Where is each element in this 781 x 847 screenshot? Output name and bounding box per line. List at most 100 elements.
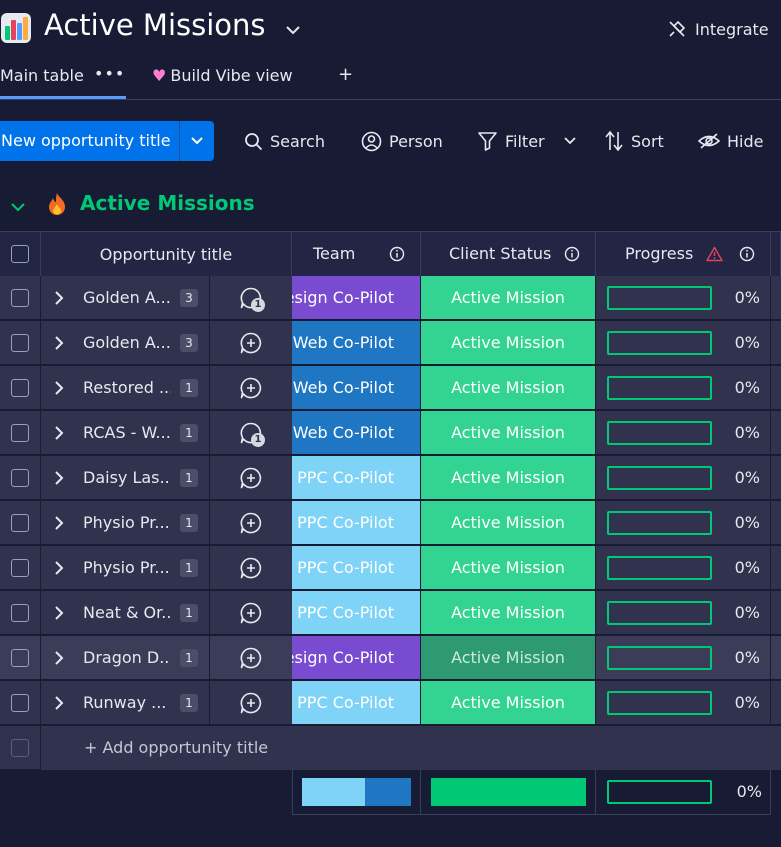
warning-icon[interactable] (706, 246, 723, 262)
row-team-cell[interactable]: Web Co-Pilot (292, 366, 421, 410)
row-title-cell[interactable]: Neat & Or... 1 (41, 591, 210, 635)
chevron-right-icon[interactable] (54, 336, 64, 350)
group-collapse-icon[interactable] (10, 198, 26, 217)
search-button[interactable]: Search (244, 130, 325, 152)
row-title-cell[interactable]: Restored ... 1 (41, 366, 210, 410)
info-icon[interactable] (739, 246, 755, 262)
table-row[interactable]: Physio Pr... 1 PPC Co-Pilot Active Missi… (0, 546, 781, 591)
row-title-cell[interactable]: Runway ... 1 (41, 681, 210, 725)
updates-icon[interactable]: 1 (239, 421, 267, 447)
row-title-cell[interactable]: Physio Pr... 1 (41, 546, 210, 590)
row-team-cell[interactable]: Design Co-Pilot (292, 636, 421, 680)
group-title[interactable]: Active Missions (80, 191, 255, 215)
add-update-icon[interactable] (239, 376, 263, 400)
row-status-cell[interactable]: Active Mission (421, 681, 596, 725)
row-team-cell[interactable]: PPC Co-Pilot (292, 591, 421, 635)
chevron-right-icon[interactable] (54, 291, 64, 305)
hide-button[interactable]: Hide (698, 130, 763, 152)
subitems-count-badge[interactable]: 1 (180, 649, 198, 667)
add-update-icon[interactable] (239, 646, 263, 670)
new-item-button[interactable]: New opportunity title (0, 121, 214, 161)
table-row[interactable]: Restored ... 1 Web Co-Pilot Active Missi… (0, 366, 781, 411)
row-checkbox[interactable] (11, 649, 29, 667)
row-updates-cell[interactable]: 1 (210, 411, 292, 455)
subitems-count-badge[interactable]: 3 (180, 289, 198, 307)
subitems-count-badge[interactable]: 1 (180, 424, 198, 442)
row-status-cell[interactable]: Active Mission (421, 411, 596, 455)
row-status-cell[interactable]: Active Mission (421, 456, 596, 500)
chevron-down-icon[interactable] (180, 121, 214, 161)
add-update-button[interactable] (239, 601, 263, 629)
tab-main-table[interactable]: Main table (0, 66, 84, 85)
chevron-right-icon[interactable] (54, 426, 64, 440)
more-icon[interactable]: ••• (94, 64, 125, 83)
row-checkbox[interactable] (11, 289, 29, 307)
row-updates-cell[interactable] (210, 681, 292, 725)
add-update-icon[interactable] (239, 511, 263, 535)
row-checkbox[interactable] (11, 559, 29, 577)
row-checkbox[interactable] (11, 514, 29, 532)
summary-team[interactable] (292, 770, 421, 815)
subitems-count-badge[interactable]: 1 (180, 694, 198, 712)
table-row[interactable]: Physio Pr... 1 PPC Co-Pilot Active Missi… (0, 501, 781, 546)
row-checkbox[interactable] (11, 469, 29, 487)
row-title[interactable]: Dragon D... (83, 648, 171, 667)
column-header-title[interactable]: Opportunity title (41, 231, 292, 276)
row-title[interactable]: Restored ... (83, 378, 171, 397)
board-title[interactable]: Active Missions (44, 8, 266, 42)
add-item-row[interactable]: + Add opportunity title (0, 726, 781, 771)
row-team-cell[interactable]: PPC Co-Pilot (292, 456, 421, 500)
row-title[interactable]: Physio Pr... (83, 513, 171, 532)
row-title[interactable]: Physio Pr... (83, 558, 171, 577)
add-update-button[interactable] (239, 376, 263, 404)
column-header-team[interactable]: Team (292, 231, 421, 276)
subitems-count-badge[interactable]: 1 (180, 604, 198, 622)
row-status-cell[interactable]: Active Mission (421, 591, 596, 635)
info-icon[interactable] (389, 246, 405, 262)
table-row[interactable]: Neat & Or... 1 PPC Co-Pilot Active Missi… (0, 591, 781, 636)
chevron-right-icon[interactable] (54, 381, 64, 395)
table-row[interactable]: Runway ... 1 PPC Co-Pilot Active Mission… (0, 681, 781, 726)
chevron-right-icon[interactable] (54, 696, 64, 710)
add-update-button[interactable] (239, 466, 263, 494)
add-update-button[interactable] (239, 646, 263, 674)
add-update-icon[interactable] (239, 601, 263, 625)
filter-dropdown-button[interactable] (564, 130, 576, 152)
row-team-cell[interactable]: PPC Co-Pilot (292, 546, 421, 590)
new-item-label[interactable]: New opportunity title (0, 121, 179, 161)
row-checkbox[interactable] (11, 334, 29, 352)
updates-icon[interactable]: 1 (239, 286, 267, 312)
row-title[interactable]: Neat & Or... (83, 603, 171, 622)
chevron-right-icon[interactable] (54, 516, 64, 530)
row-team-cell[interactable]: PPC Co-Pilot (292, 501, 421, 545)
chevron-right-icon[interactable] (54, 471, 64, 485)
row-checkbox[interactable] (11, 604, 29, 622)
row-checkbox[interactable] (11, 379, 29, 397)
info-icon[interactable] (564, 246, 580, 262)
row-status-cell[interactable]: Active Mission (421, 321, 596, 365)
add-update-button[interactable] (239, 511, 263, 539)
row-title-cell[interactable]: RCAS - W... 1 (41, 411, 210, 455)
column-header-progress[interactable]: Progress (596, 231, 771, 276)
row-checkbox[interactable] (11, 424, 29, 442)
row-updates-cell[interactable] (210, 321, 292, 365)
subitems-count-badge[interactable]: 3 (180, 334, 198, 352)
row-checkbox[interactable] (11, 694, 29, 712)
row-updates-cell[interactable] (210, 591, 292, 635)
add-view-button[interactable]: + (338, 64, 353, 85)
column-header-status[interactable]: Client Status (421, 231, 596, 276)
person-filter-button[interactable]: Person (361, 130, 443, 152)
add-update-icon[interactable] (239, 331, 263, 355)
table-row[interactable]: RCAS - W... 1 1 Web Co-Pilot Active Miss… (0, 411, 781, 456)
sort-button[interactable]: Sort (604, 130, 664, 152)
row-updates-cell[interactable] (210, 636, 292, 680)
chevron-right-icon[interactable] (54, 561, 64, 575)
add-update-icon[interactable] (239, 691, 263, 715)
row-team-cell[interactable]: Web Co-Pilot (292, 321, 421, 365)
row-title-cell[interactable]: Dragon D... 1 (41, 636, 210, 680)
row-status-cell[interactable]: Active Mission (421, 501, 596, 545)
subitems-count-badge[interactable]: 1 (180, 514, 198, 532)
subitems-count-badge[interactable]: 1 (180, 379, 198, 397)
add-update-button[interactable] (239, 556, 263, 584)
summary-status[interactable] (421, 770, 596, 815)
